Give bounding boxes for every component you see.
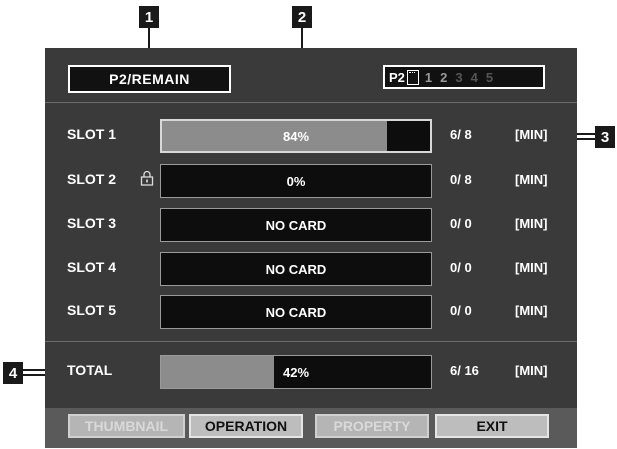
slot-1-progress-bar: 84%: [160, 119, 432, 153]
slot-2-progress-bar: 0%: [160, 164, 432, 198]
slot-indicator-1: 1: [424, 69, 433, 85]
slot-indicator-5: 5: [485, 69, 494, 85]
slot-row-2[interactable]: SLOT 2 0% 0/ 8 [MIN]: [45, 163, 577, 199]
total-status: 42%: [282, 364, 310, 380]
slot-5-count: 0/ 0: [450, 303, 472, 318]
callout-2: 2: [292, 6, 312, 28]
slot-5-progress-bar: NO CARD: [160, 295, 432, 329]
total-unit: [MIN]: [515, 363, 548, 378]
slot-indicator-2: 2: [440, 69, 448, 85]
slot-2-label: SLOT 2: [67, 171, 117, 187]
slot-1-label: SLOT 1: [67, 126, 117, 142]
slot-1-status: 84%: [282, 128, 310, 144]
total-count: 6/ 16: [450, 363, 479, 378]
slot-4-unit: [MIN]: [515, 260, 548, 275]
slot-row-3[interactable]: SLOT 3 NO CARD 0/ 0 [MIN]: [45, 207, 577, 243]
screen-title-text: P2/REMAIN: [109, 71, 190, 87]
slot-3-status: NO CARD: [265, 217, 327, 233]
property-button[interactable]: PROPERTY: [315, 414, 429, 438]
total-separator: [45, 341, 577, 342]
slot-2-status: 0%: [286, 173, 306, 189]
p2-remain-screen: P2/REMAIN P2 1 2 3 4 5 SLOT 1 84% 6/ 8 […: [45, 48, 577, 448]
p2-card-icon: [406, 69, 419, 85]
slot-1-count: 6/ 8: [450, 127, 472, 142]
slot-row-5[interactable]: SLOT 5 NO CARD 0/ 0 [MIN]: [45, 294, 577, 330]
slot-3-progress-bar: NO CARD: [160, 208, 432, 242]
header-separator: [45, 102, 577, 103]
slot-indicator-4: 4: [470, 69, 478, 85]
slot-4-status: NO CARD: [265, 261, 327, 277]
slot-3-count: 0/ 0: [450, 216, 472, 231]
total-progress-bar: 42%: [160, 355, 432, 389]
thumbnail-button[interactable]: THUMBNAIL: [68, 414, 185, 438]
slot-5-status: NO CARD: [265, 304, 327, 320]
p2-slot-indicator: P2 1 2 3 4 5: [383, 65, 545, 89]
total-label: TOTAL: [67, 362, 113, 378]
total-row: TOTAL 42% 6/ 16 [MIN]: [45, 354, 577, 390]
slot-5-unit: [MIN]: [515, 303, 548, 318]
slot-row-1[interactable]: SLOT 1 84% 6/ 8 [MIN]: [45, 118, 577, 154]
slot-row-4[interactable]: SLOT 4 NO CARD 0/ 0 [MIN]: [45, 251, 577, 287]
operation-button[interactable]: OPERATION: [189, 414, 303, 438]
slot-4-progress-bar: NO CARD: [160, 252, 432, 286]
slot-5-label: SLOT 5: [67, 302, 117, 318]
slot-1-unit: [MIN]: [515, 127, 548, 142]
callout-3: 3: [595, 126, 615, 148]
slot-4-label: SLOT 4: [67, 259, 117, 275]
write-protect-lock-icon: [140, 170, 154, 186]
slot-3-unit: [MIN]: [515, 216, 548, 231]
slot-2-count: 0/ 8: [450, 172, 472, 187]
exit-button[interactable]: EXIT: [435, 414, 549, 438]
slot-4-count: 0/ 0: [450, 260, 472, 275]
slot-indicator-3: 3: [455, 69, 463, 85]
screen-title: P2/REMAIN: [68, 65, 231, 93]
slot-2-unit: [MIN]: [515, 172, 548, 187]
p2-label: P2: [389, 69, 405, 85]
slot-3-label: SLOT 3: [67, 215, 117, 231]
callout-1: 1: [139, 6, 159, 28]
callout-4: 4: [3, 362, 23, 384]
